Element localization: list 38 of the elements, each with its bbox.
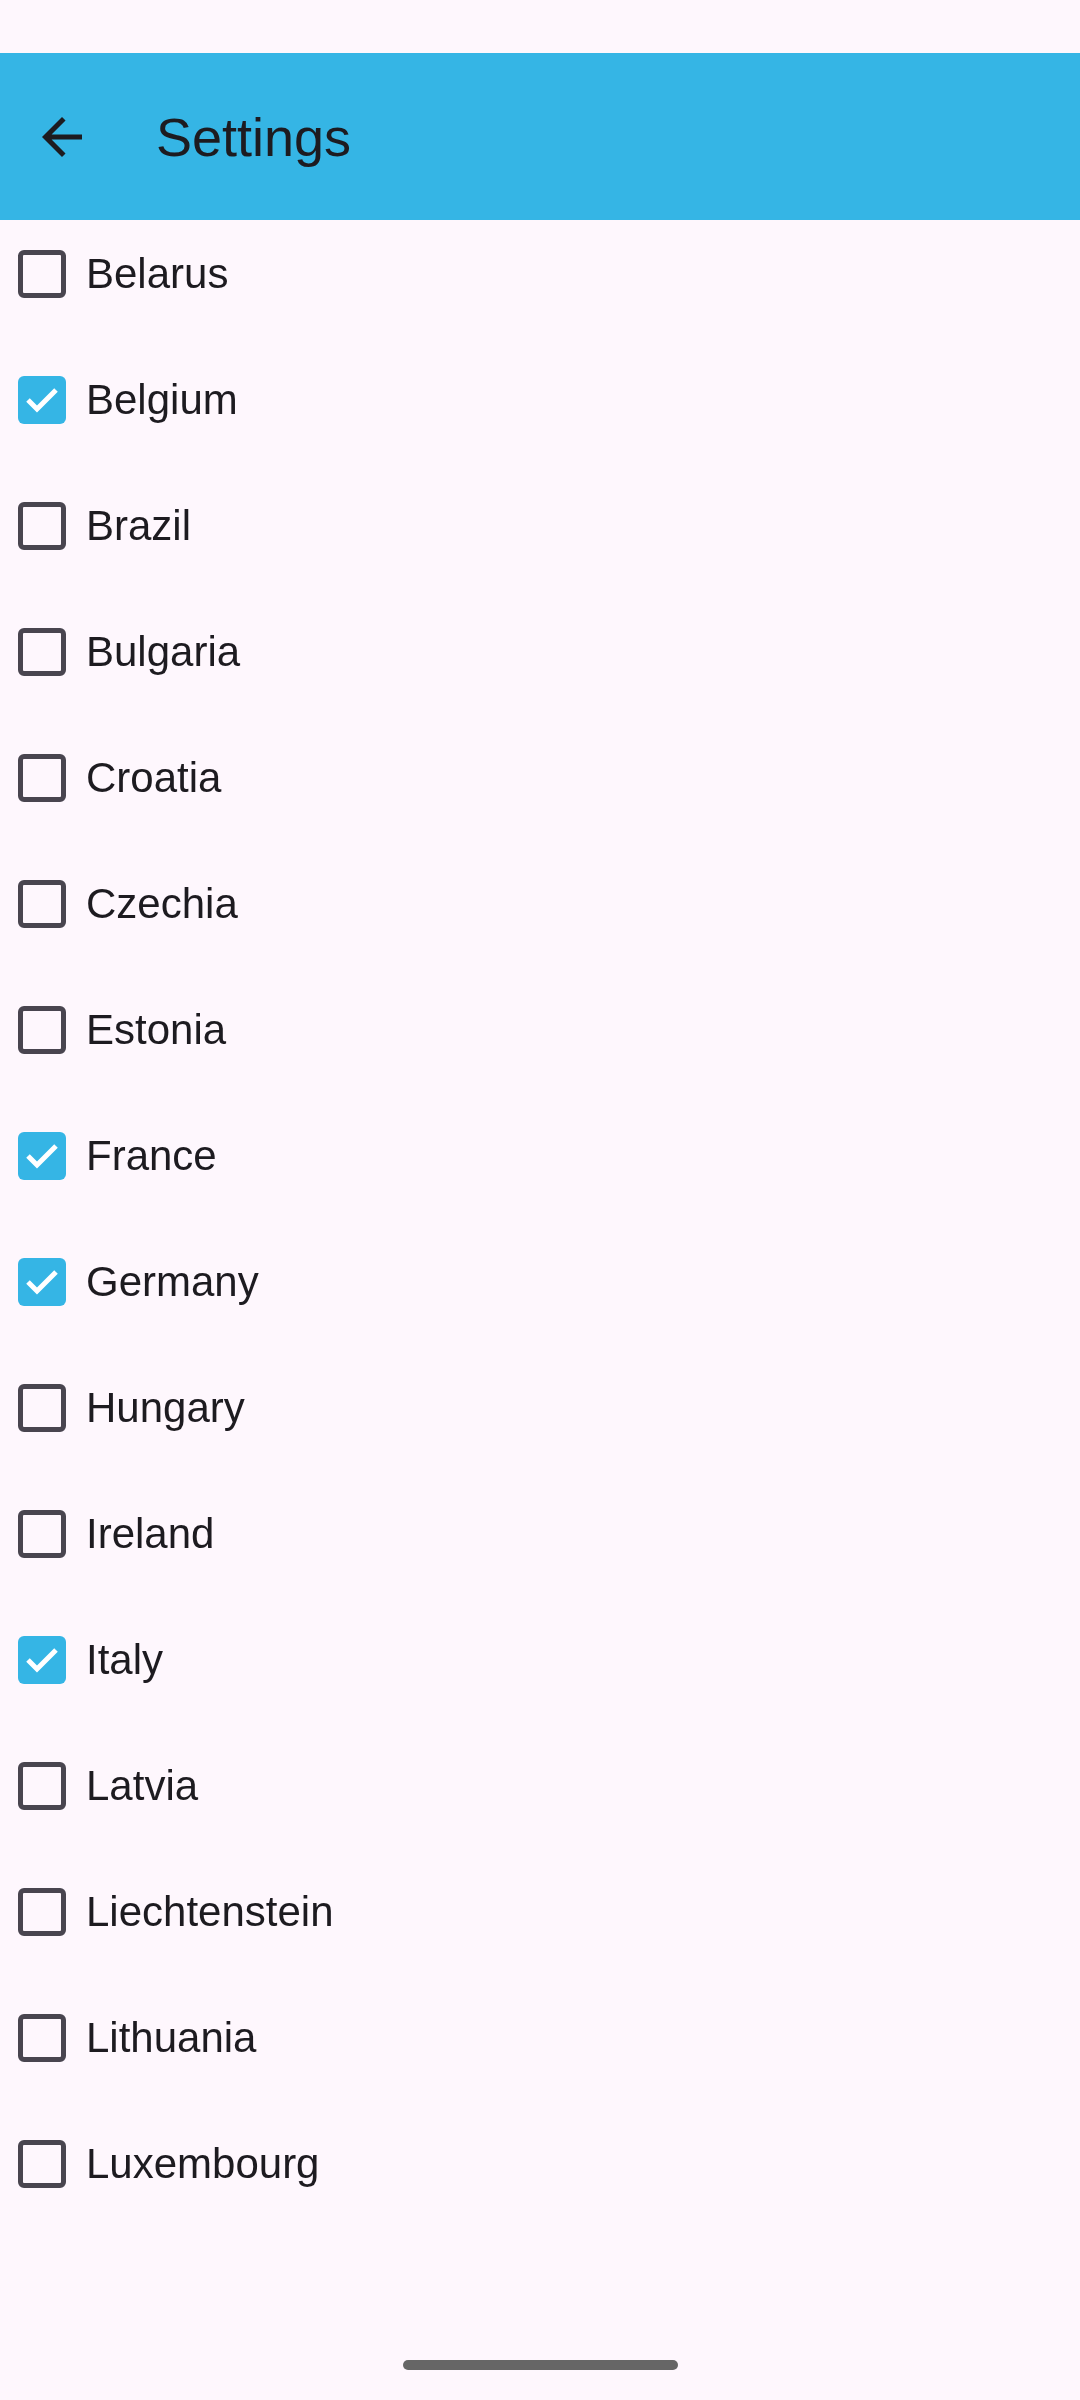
country-label: Belarus bbox=[86, 253, 229, 295]
checkbox[interactable] bbox=[18, 250, 66, 298]
country-label: Hungary bbox=[86, 1387, 245, 1429]
country-label: Latvia bbox=[86, 1765, 199, 1807]
checkmark-icon bbox=[25, 1143, 59, 1169]
country-label: Lithuania bbox=[86, 2017, 257, 2059]
country-label: Czechia bbox=[86, 883, 238, 925]
checkbox[interactable] bbox=[18, 628, 66, 676]
country-label: Germany bbox=[86, 1261, 259, 1303]
country-label: Croatia bbox=[86, 757, 222, 799]
country-label: Estonia bbox=[86, 1009, 227, 1051]
checkmark-icon bbox=[25, 387, 59, 413]
checkbox[interactable] bbox=[18, 1762, 66, 1810]
checkmark-icon bbox=[25, 1269, 59, 1295]
checkbox[interactable] bbox=[18, 1258, 66, 1306]
checkbox[interactable] bbox=[18, 880, 66, 928]
checkbox[interactable] bbox=[18, 1636, 66, 1684]
country-label: Belgium bbox=[86, 379, 238, 421]
country-label: France bbox=[86, 1135, 217, 1177]
back-button[interactable] bbox=[40, 114, 84, 159]
country-label: Liechtenstein bbox=[86, 1891, 334, 1933]
checkbox[interactable] bbox=[18, 502, 66, 550]
country-label: Brazil bbox=[86, 505, 192, 547]
checkbox[interactable] bbox=[18, 1888, 66, 1936]
country-label: Luxembourg bbox=[86, 2143, 320, 2185]
checkbox[interactable] bbox=[18, 1510, 66, 1558]
country-label: Bulgaria bbox=[86, 631, 241, 673]
country-label: Italy bbox=[86, 1639, 164, 1681]
country-label: Ireland bbox=[86, 1513, 215, 1555]
back-arrow-icon bbox=[42, 116, 82, 157]
checkbox[interactable] bbox=[18, 754, 66, 802]
checkbox[interactable] bbox=[18, 2014, 66, 2062]
checkbox[interactable] bbox=[18, 1132, 66, 1180]
checkbox[interactable] bbox=[18, 376, 66, 424]
checkbox[interactable] bbox=[18, 2140, 66, 2188]
checkmark-icon bbox=[25, 1647, 59, 1673]
checkbox[interactable] bbox=[18, 1384, 66, 1432]
checkbox[interactable] bbox=[18, 1006, 66, 1054]
